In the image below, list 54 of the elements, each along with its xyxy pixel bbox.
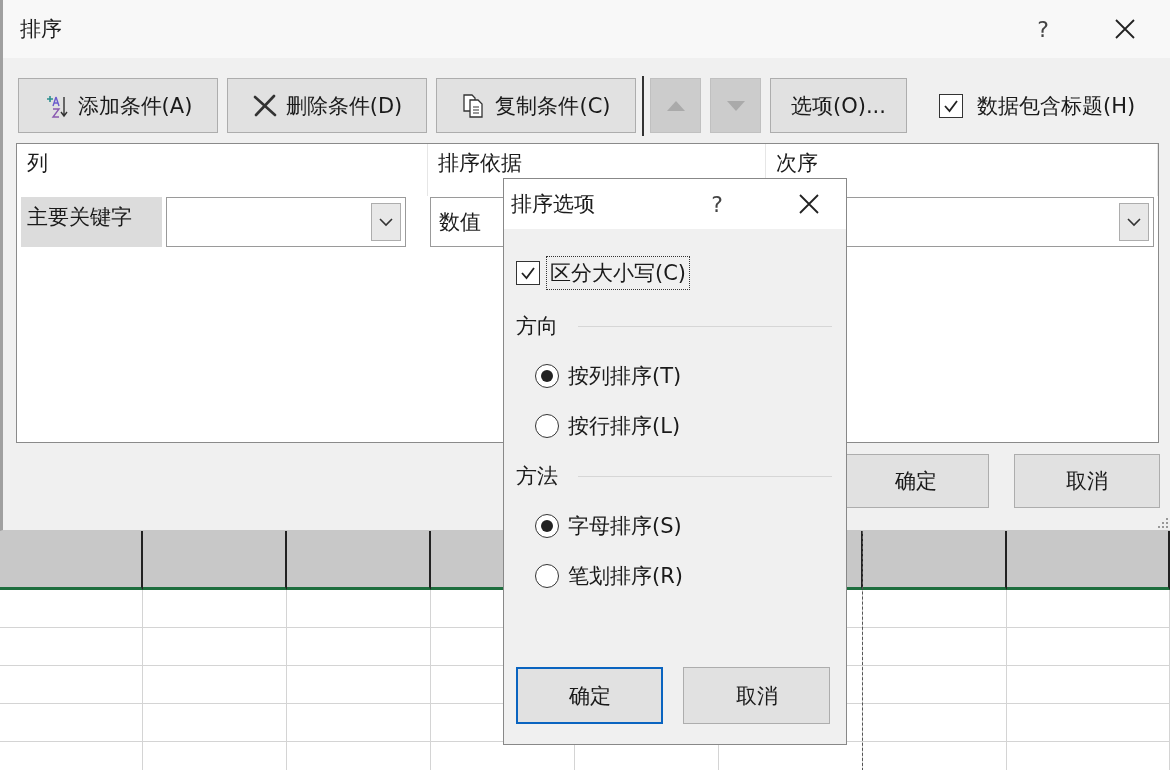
spreadsheet-cell[interactable]	[863, 704, 1007, 742]
row-label: 主要关键字	[21, 197, 162, 247]
spreadsheet-cell[interactable]	[143, 628, 287, 666]
spreadsheet-cell[interactable]	[287, 590, 431, 628]
spreadsheet-cell[interactable]	[143, 704, 287, 742]
spreadsheet-cell[interactable]	[863, 628, 1007, 666]
caret-icon[interactable]	[1126, 217, 1142, 227]
checkbox[interactable]	[516, 261, 540, 285]
resize-grip-icon[interactable]	[1156, 516, 1168, 528]
delete-icon	[251, 92, 278, 119]
radio-label[interactable]: 笔划排序(R)	[568, 562, 683, 590]
help-button[interactable]: ?	[1028, 16, 1058, 42]
spreadsheet-cell[interactable]	[0, 704, 143, 742]
checkbox-label[interactable]: 数据包含标题(H)	[977, 91, 1136, 120]
delete-condition-button[interactable]: 删除条件(D)	[227, 78, 427, 133]
spreadsheet-cell[interactable]	[1007, 666, 1170, 704]
spreadsheet-cell[interactable]	[287, 628, 431, 666]
spreadsheet-cell[interactable]	[143, 590, 287, 628]
radio-label[interactable]: 按列排序(T)	[568, 362, 682, 390]
radio-button[interactable]	[535, 364, 559, 388]
checkbox-label[interactable]: 区分大小写(C)	[546, 256, 691, 290]
add-condition-button[interactable]: 添加条件(A)	[18, 78, 218, 133]
group-title: 方法	[516, 463, 558, 490]
group-title: 方向	[516, 313, 558, 340]
radio-label[interactable]: 字母排序(S)	[568, 512, 682, 540]
spreadsheet-cell[interactable]	[1007, 628, 1170, 666]
radio-button[interactable]	[535, 514, 559, 538]
copy-condition-button[interactable]: 复制条件(C)	[436, 78, 636, 133]
options-button[interactable]: 选项(O)...	[770, 78, 907, 133]
radio-button[interactable]	[535, 564, 559, 588]
radio-button[interactable]	[535, 414, 559, 438]
spreadsheet-cell[interactable]	[0, 628, 143, 666]
radio-label[interactable]: 按行排序(L)	[568, 412, 681, 440]
dialog-button[interactable]: 取消	[1014, 454, 1160, 508]
dialog-button[interactable]: 确定	[516, 667, 663, 724]
down-triangle-icon	[725, 99, 746, 112]
column-header: 列	[17, 144, 428, 196]
spreadsheet-cell[interactable]	[1007, 704, 1170, 742]
spreadsheet-cell[interactable]	[863, 666, 1007, 704]
spreadsheet-cell[interactable]	[287, 704, 431, 742]
spreadsheet-cell[interactable]	[1007, 590, 1170, 628]
spreadsheet-cell[interactable]	[287, 666, 431, 704]
spreadsheet-cell[interactable]	[0, 590, 143, 628]
checkbox[interactable]	[939, 93, 963, 118]
spreadsheet-cell[interactable]	[0, 666, 143, 704]
dialog-button[interactable]: 取消	[683, 667, 830, 724]
window-title: 排序	[20, 16, 63, 43]
up-triangle-icon	[665, 99, 686, 112]
spreadsheet-cell[interactable]	[863, 590, 1007, 628]
spreadsheet-cell[interactable]	[143, 666, 287, 704]
close-icon[interactable]	[798, 193, 820, 215]
close-icon[interactable]	[1114, 18, 1136, 40]
dropdown-field[interactable]	[166, 197, 406, 247]
caret-icon[interactable]	[378, 217, 394, 227]
